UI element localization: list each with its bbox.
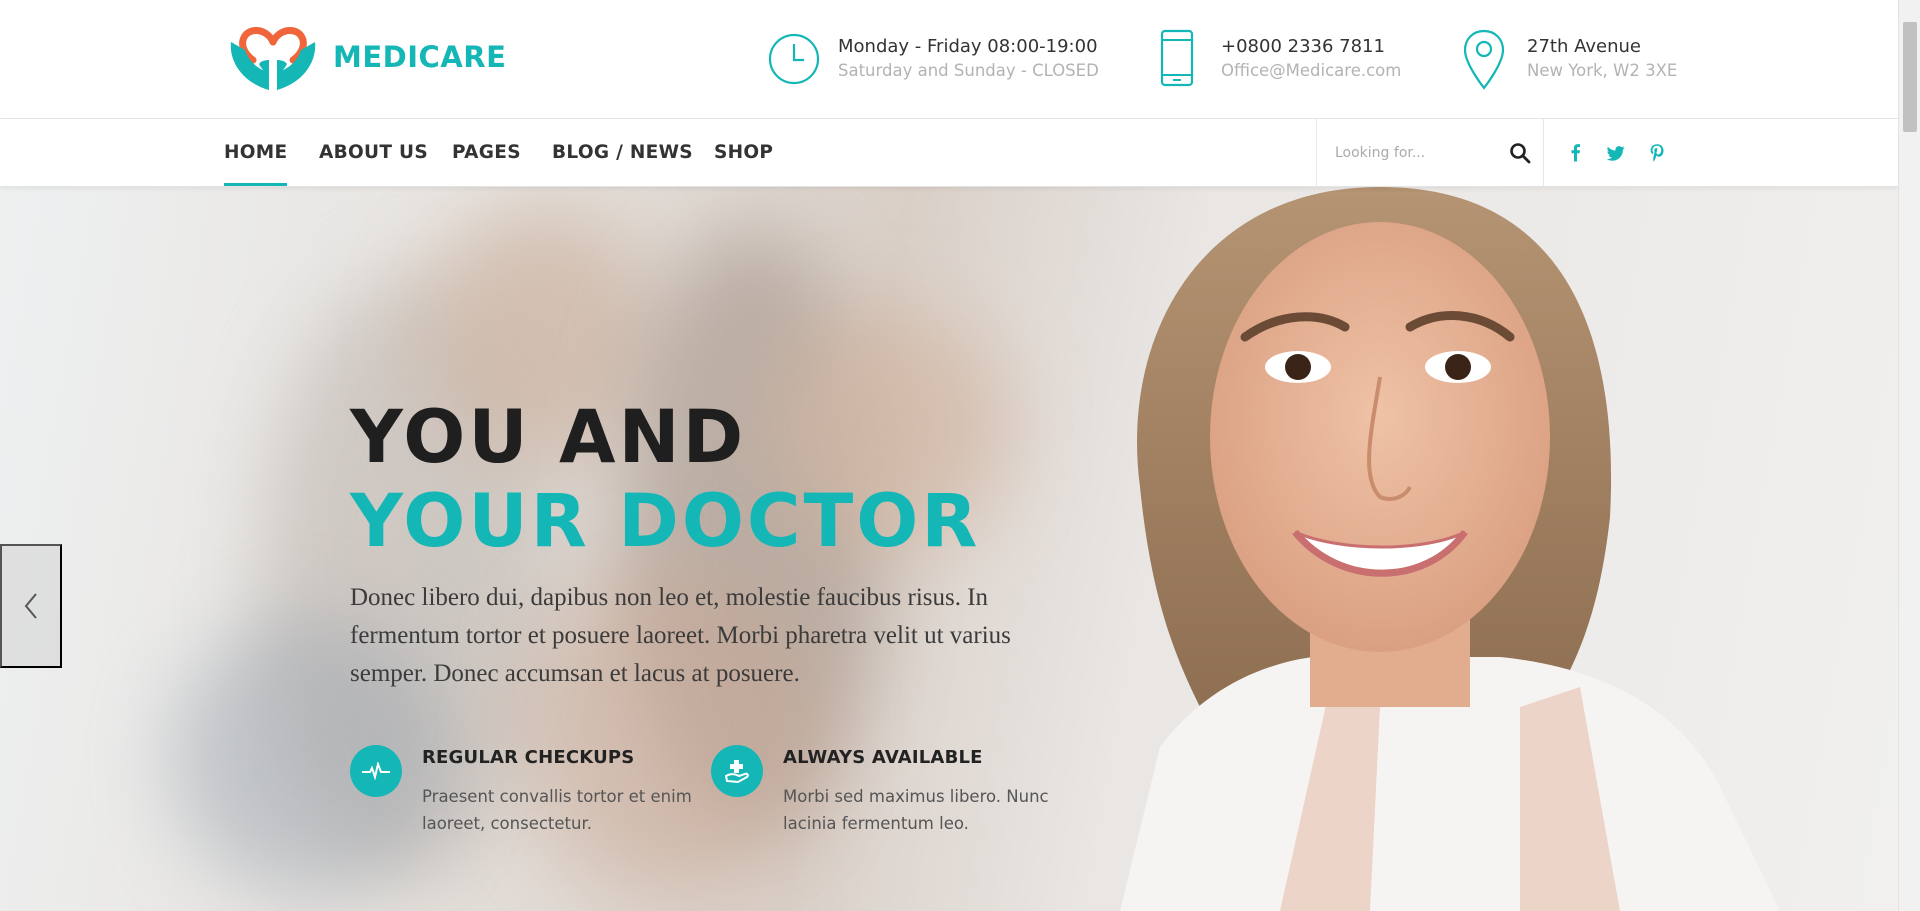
address-street: 27th Avenue xyxy=(1527,36,1641,57)
nav-item-pages[interactable]: PAGES xyxy=(452,142,521,163)
opening-hours-info: Monday - Friday 08:00-19:00 Saturday and… xyxy=(768,28,1108,92)
hero-description: Donec libero dui, dapibus non leo et, mo… xyxy=(350,584,1011,687)
hero-title-line2: YOUR DOCTOR xyxy=(350,479,981,564)
nav-item-blog-news[interactable]: BLOG / NEWS xyxy=(552,142,693,163)
search-input[interactable] xyxy=(1335,141,1495,165)
slider-prev-button[interactable] xyxy=(0,544,62,668)
logo-icon xyxy=(230,27,316,90)
email-address[interactable]: Office@Medicare.com xyxy=(1221,61,1401,80)
hours-weekdays: Monday - Friday 08:00-19:00 xyxy=(838,36,1098,57)
feature-title: ALWAYS AVAILABLE xyxy=(783,747,983,768)
page-scrollbar[interactable] xyxy=(1898,0,1920,911)
hero-title-line1: YOU AND xyxy=(350,395,747,480)
chevron-left-icon xyxy=(24,593,37,619)
feature-text: Morbi sed maximus libero. Nunc lacinia f… xyxy=(783,787,1049,833)
nav-item-shop[interactable]: SHOP xyxy=(714,142,773,163)
search-icon[interactable] xyxy=(1508,141,1532,165)
pinterest-icon[interactable] xyxy=(1645,141,1669,165)
address-info: 27th Avenue New York, W2 3XE xyxy=(1462,28,1702,92)
scrollbar-thumb[interactable] xyxy=(1903,22,1917,132)
phone-icon xyxy=(1160,29,1194,87)
facebook-icon[interactable] xyxy=(1564,141,1588,165)
clock-icon xyxy=(768,33,820,85)
map-pin-icon xyxy=(1463,29,1505,90)
doctor-photo xyxy=(1120,187,1780,911)
address-city: New York, W2 3XE xyxy=(1527,61,1678,80)
nav-item-about-us[interactable]: ABOUT US xyxy=(319,142,428,163)
hero-slider: YOU AND YOUR DOCTOR Donec libero dui, da… xyxy=(0,187,1898,911)
brand-name[interactable]: MEDICARE xyxy=(333,40,506,74)
top-header: MEDICARE Monday - Friday 08:00-19:00 Sat… xyxy=(0,0,1898,119)
hours-weekend: Saturday and Sunday - CLOSED xyxy=(838,61,1099,80)
phone-number[interactable]: +0800 2336 7811 xyxy=(1221,36,1385,57)
first-aid-hand-icon xyxy=(711,745,763,797)
main-navigation: HOME ABOUT US PAGES BLOG / NEWS SHOP xyxy=(0,119,1898,187)
logo[interactable] xyxy=(223,20,323,92)
nav-item-home[interactable]: HOME xyxy=(224,142,288,186)
contact-info: +0800 2336 7811 Office@Medicare.com xyxy=(1159,28,1419,92)
heartbeat-icon xyxy=(350,745,402,797)
feature-title: REGULAR CHECKUPS xyxy=(422,747,635,768)
search-box xyxy=(1316,119,1544,187)
twitter-icon[interactable] xyxy=(1604,141,1628,165)
feature-text: Praesent convallis tortor et enim laoree… xyxy=(422,787,692,833)
